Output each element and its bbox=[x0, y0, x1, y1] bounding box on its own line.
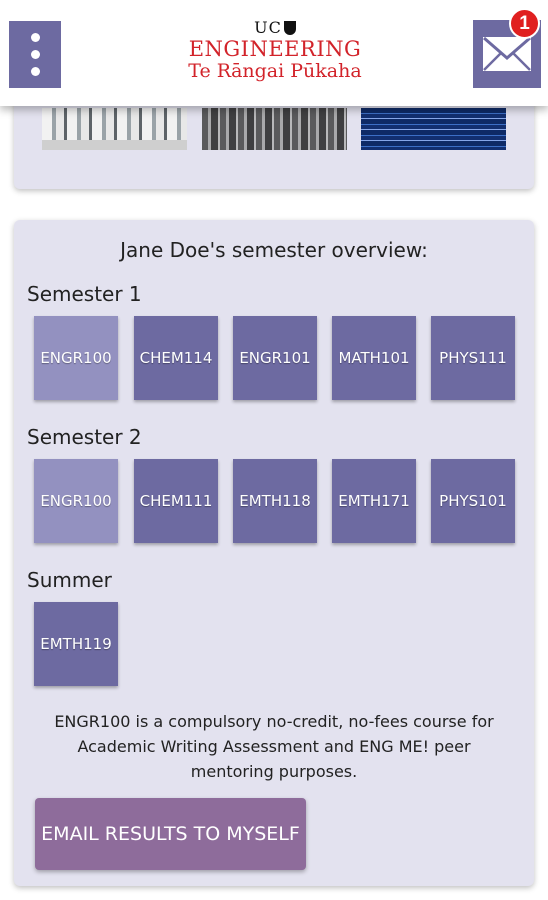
course-tile[interactable]: PHYS101 bbox=[431, 459, 515, 543]
semester-2-label: Semester 2 bbox=[27, 425, 142, 449]
overview-title: Jane Doe's semester overview: bbox=[120, 238, 428, 262]
menu-dot bbox=[30, 33, 40, 42]
shield-icon bbox=[283, 21, 296, 35]
machinery-image[interactable] bbox=[202, 108, 347, 150]
menu-button[interactable] bbox=[9, 21, 61, 88]
uc-engineering-logo: UC ENGINEERING Te Rāngai Pūkaha bbox=[170, 18, 380, 90]
logo-maori-name: Te Rāngai Pūkaha bbox=[188, 60, 362, 82]
semester-1-label: Semester 1 bbox=[27, 282, 142, 306]
course-tile[interactable]: PHYS111 bbox=[431, 316, 515, 400]
semester-overview-card: Jane Doe's semester overview: Semester 1… bbox=[14, 220, 534, 886]
course-tile[interactable]: EMTH119 bbox=[34, 602, 118, 686]
logo-uc-text: UC bbox=[254, 18, 282, 37]
course-tile[interactable]: ENGR100 bbox=[34, 316, 118, 400]
course-tile[interactable]: CHEM114 bbox=[134, 316, 218, 400]
course-tile[interactable]: ENGR101 bbox=[233, 316, 317, 400]
course-tile[interactable]: MATH101 bbox=[332, 316, 416, 400]
code-image[interactable] bbox=[361, 108, 506, 150]
engr100-note: ENGR100 is a compulsory no-credit, no-fe… bbox=[54, 712, 494, 781]
course-tile[interactable]: EMTH171 bbox=[332, 459, 416, 543]
menu-dot bbox=[30, 67, 40, 76]
course-tile[interactable]: EMTH118 bbox=[233, 459, 317, 543]
logo-engineering: ENGINEERING bbox=[188, 37, 362, 61]
app-header: UC ENGINEERING Te Rāngai Pūkaha bbox=[0, 0, 548, 106]
logo-uc: UC bbox=[170, 18, 380, 38]
email-results-button[interactable]: EMAIL RESULTS TO MYSELF bbox=[35, 798, 306, 870]
course-tile[interactable]: ENGR100 bbox=[34, 459, 118, 543]
menu-dot bbox=[30, 50, 40, 59]
course-tile[interactable]: CHEM111 bbox=[134, 459, 218, 543]
summer-label: Summer bbox=[27, 568, 112, 592]
lab-image[interactable] bbox=[42, 108, 187, 150]
notification-badge: 1 bbox=[509, 8, 540, 39]
envelope-icon bbox=[483, 36, 531, 71]
